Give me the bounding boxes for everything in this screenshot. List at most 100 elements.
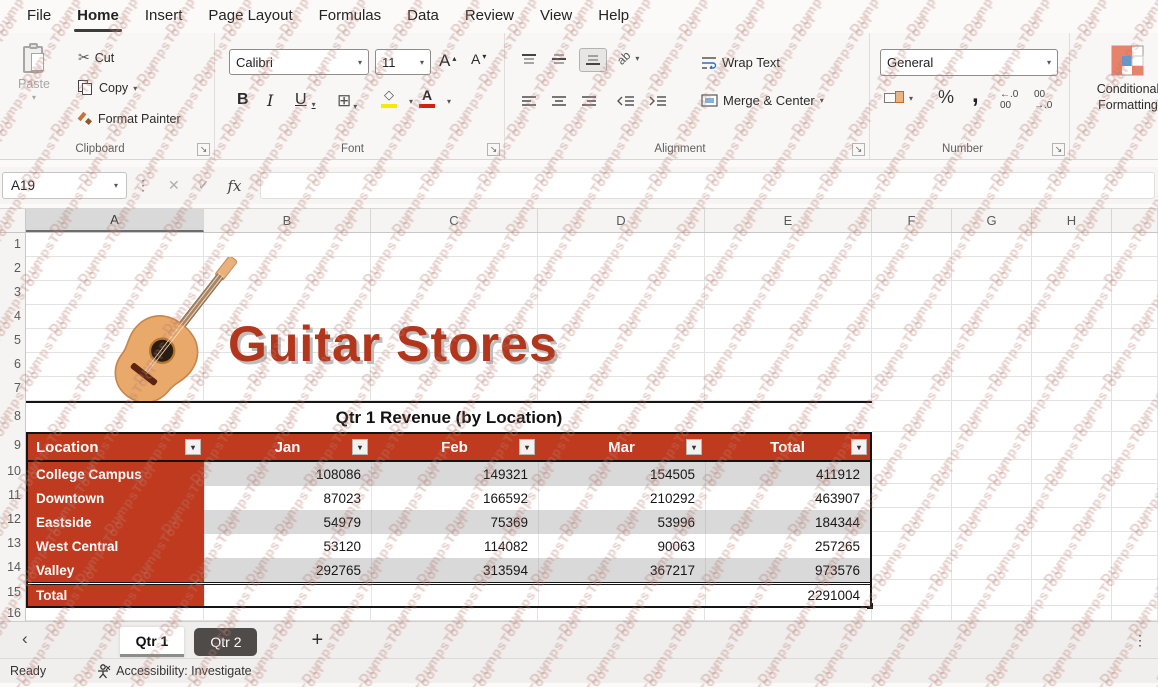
sheet-tab-qtr2[interactable]: Qtr 2 xyxy=(194,628,257,656)
wrap-text-button[interactable]: Wrap Text xyxy=(701,55,780,70)
sheet-nav-left-icon[interactable]: ‹ xyxy=(0,629,38,652)
filter-dropdown-icon[interactable]: ▾ xyxy=(352,439,368,455)
location-cell[interactable]: Downtown xyxy=(28,486,204,510)
column-header-A[interactable]: A xyxy=(26,209,204,232)
value-cell[interactable]: 973576 xyxy=(705,558,870,582)
align-left-button[interactable] xyxy=(521,95,537,107)
value-cell[interactable]: 53120 xyxy=(204,534,371,558)
cancel-icon[interactable]: ✕ xyxy=(159,177,189,194)
number-format-combo[interactable]: General▾ xyxy=(880,49,1058,76)
location-cell[interactable]: Valley xyxy=(28,558,204,582)
shrink-font-button[interactable]: A▾ xyxy=(471,51,486,67)
accessibility-status[interactable]: Accessibility: Investigate xyxy=(96,664,251,679)
column-header-D[interactable]: D xyxy=(538,209,705,232)
value-cell[interactable]: 166592 xyxy=(371,486,538,510)
row-header-5[interactable]: 5 xyxy=(14,333,21,347)
ribbon-tab-view[interactable]: View xyxy=(527,1,585,32)
ribbon-tab-insert[interactable]: Insert xyxy=(132,1,196,32)
ribbon-tab-page-layout[interactable]: Page Layout xyxy=(195,1,305,32)
format-painter-button[interactable]: Format Painter xyxy=(78,111,181,126)
align-middle-button[interactable] xyxy=(551,53,567,65)
value-cell[interactable]: 90063 xyxy=(538,534,705,558)
copy-button[interactable]: Copy ▾ xyxy=(78,80,137,96)
ribbon-tab-home[interactable]: Home xyxy=(64,1,132,32)
font-dialog-launcher[interactable]: ↘ xyxy=(487,143,500,156)
align-right-button[interactable] xyxy=(581,95,597,107)
font-size-combo[interactable]: 11▾ xyxy=(375,49,431,75)
comma-style-button[interactable]: , xyxy=(972,81,979,109)
insert-function-button[interactable]: fx xyxy=(218,177,250,195)
ribbon-tab-review[interactable]: Review xyxy=(452,1,527,32)
value-cell[interactable]: 75369 xyxy=(371,510,538,534)
underline-button[interactable]: U▾ xyxy=(295,91,316,109)
orientation-button[interactable]: ab ▾ xyxy=(617,51,639,65)
ribbon-tab-formulas[interactable]: Formulas xyxy=(306,1,395,32)
value-cell[interactable]: 87023 xyxy=(204,486,371,510)
row-header-7[interactable]: 7 xyxy=(14,381,21,395)
report-title[interactable]: Qtr 1 Revenue (by Location) xyxy=(26,401,872,432)
filter-dropdown-icon[interactable]: ▾ xyxy=(851,439,867,455)
row-header-11[interactable]: 11 xyxy=(8,488,21,502)
clipboard-dialog-launcher[interactable]: ↘ xyxy=(197,143,210,156)
filter-dropdown-icon[interactable]: ▾ xyxy=(686,439,702,455)
filter-dropdown-icon[interactable]: ▾ xyxy=(519,439,535,455)
cut-button[interactable]: ✂ Cut xyxy=(78,49,114,66)
font-color-button[interactable]: A xyxy=(419,87,435,108)
value-cell[interactable]: 411912 xyxy=(705,462,870,486)
formula-input[interactable] xyxy=(260,172,1155,199)
column-header-E[interactable]: E xyxy=(705,209,872,232)
location-cell[interactable]: College Campus xyxy=(28,462,204,486)
sheet-grid[interactable]: 12345678910111213141516 Guitar Stores Qt… xyxy=(0,233,1158,621)
align-top-button[interactable] xyxy=(521,53,537,65)
column-header-partial[interactable] xyxy=(1112,209,1158,232)
font-name-combo[interactable]: Calibri▾ xyxy=(229,49,369,75)
row-header-15[interactable]: 15 xyxy=(7,585,21,599)
column-header-B[interactable]: B xyxy=(204,209,371,232)
sheet-tab-qtr1[interactable]: Qtr 1 xyxy=(120,627,185,657)
alignment-dialog-launcher[interactable]: ↘ xyxy=(852,143,865,156)
borders-button[interactable]: ⊞▾ xyxy=(337,91,357,111)
row-header-16[interactable]: 16 xyxy=(7,606,21,620)
row-header-10[interactable]: 10 xyxy=(7,464,21,478)
decrease-indent-button[interactable] xyxy=(617,95,635,107)
value-cell[interactable]: 210292 xyxy=(538,486,705,510)
row-header-12[interactable]: 12 xyxy=(7,512,21,526)
align-center-button[interactable] xyxy=(551,95,567,107)
increase-decimal-button[interactable]: ←.000 xyxy=(1000,89,1018,111)
merge-center-button[interactable]: Merge & Center ▾ xyxy=(701,93,824,108)
value-cell[interactable]: 53996 xyxy=(538,510,705,534)
increase-indent-button[interactable] xyxy=(649,95,667,107)
row-header-2[interactable]: 2 xyxy=(14,261,21,275)
table-resize-handle[interactable] xyxy=(867,603,873,609)
ribbon-tab-file[interactable]: File xyxy=(14,1,64,32)
value-cell[interactable]: 108086 xyxy=(204,462,371,486)
row-header-4[interactable]: 4 xyxy=(14,309,21,323)
select-all-corner[interactable] xyxy=(0,209,26,232)
filter-dropdown-icon[interactable]: ▾ xyxy=(185,439,201,455)
value-cell[interactable]: 149321 xyxy=(371,462,538,486)
empty-total-cell[interactable] xyxy=(204,585,371,606)
decrease-decimal-button[interactable]: 00→.0 xyxy=(1034,89,1052,111)
ribbon-tab-data[interactable]: Data xyxy=(394,1,452,32)
row-header-3[interactable]: 3 xyxy=(14,285,21,299)
fill-color-button[interactable]: ◇ xyxy=(381,87,397,108)
number-dialog-launcher[interactable]: ↘ xyxy=(1052,143,1065,156)
bold-button[interactable]: B xyxy=(237,91,249,109)
name-box[interactable]: A19 ▾ xyxy=(2,172,127,199)
row-header-13[interactable]: 13 xyxy=(7,536,21,550)
value-cell[interactable]: 313594 xyxy=(371,558,538,582)
paste-button[interactable]: Paste ▾ xyxy=(18,43,50,102)
accounting-format-button[interactable]: ▾ xyxy=(884,91,913,105)
row-header-14[interactable]: 14 xyxy=(7,560,21,574)
enter-icon[interactable]: ✓ xyxy=(189,177,219,194)
value-cell[interactable]: 292765 xyxy=(204,558,371,582)
align-bottom-button[interactable] xyxy=(579,48,607,72)
value-cell[interactable]: 463907 xyxy=(705,486,870,510)
grand-total-cell[interactable]: 2291004 xyxy=(705,585,870,606)
row-header-1[interactable]: 1 xyxy=(14,237,21,251)
grow-font-button[interactable]: A▴ xyxy=(439,51,456,71)
percent-style-button[interactable]: % xyxy=(938,87,954,108)
row-header-9[interactable]: 9 xyxy=(14,438,21,452)
column-header-F[interactable]: F xyxy=(872,209,952,232)
ribbon-tab-help[interactable]: Help xyxy=(585,1,642,32)
